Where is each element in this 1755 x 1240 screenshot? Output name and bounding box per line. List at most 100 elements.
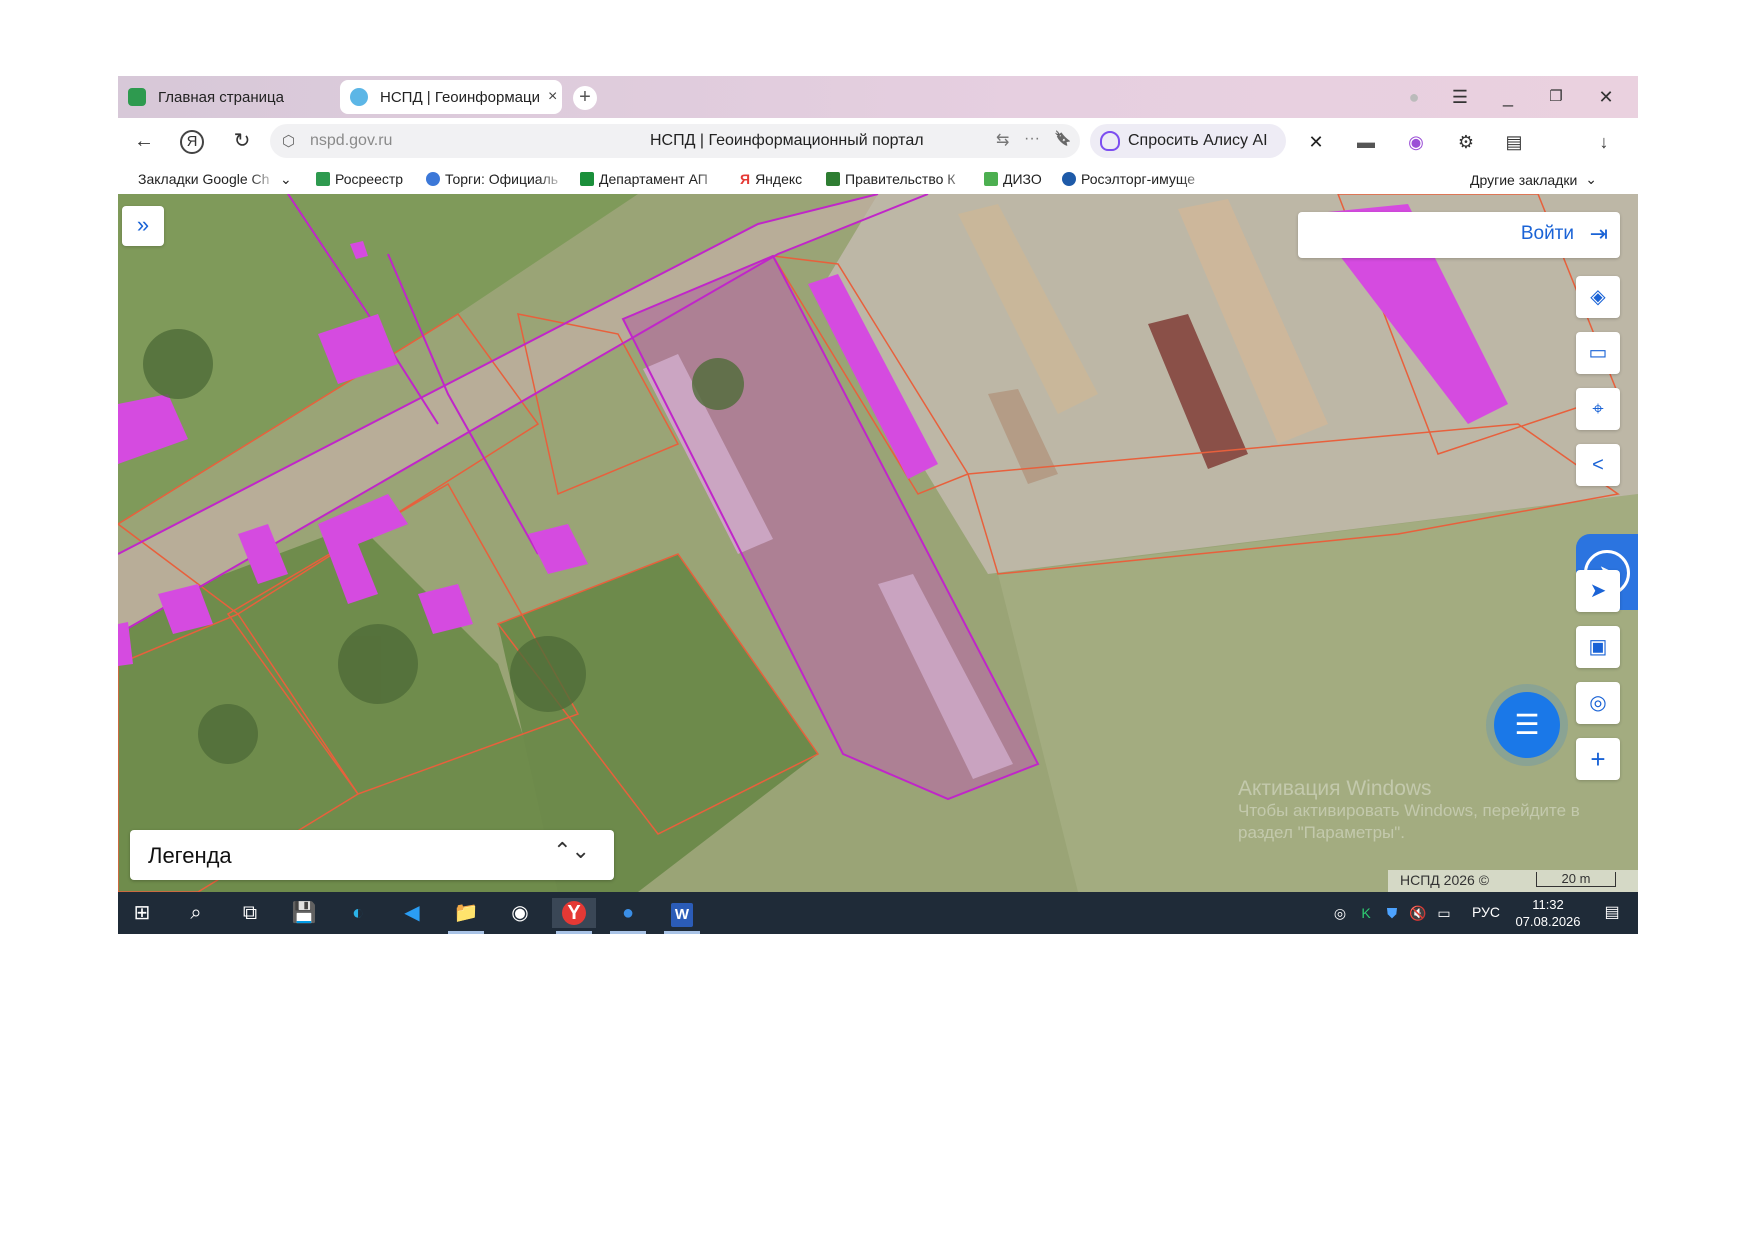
bookmark-icon[interactable]: 🔖: [1054, 130, 1071, 147]
more-icon[interactable]: ···: [1024, 130, 1040, 148]
nspd-favicon-icon: [350, 88, 368, 106]
volume-button[interactable]: 🔇: [1408, 903, 1428, 923]
extension-icon[interactable]: ✕: [1304, 130, 1328, 154]
extensions-icon[interactable]: ⚙: [1454, 130, 1478, 154]
input-language[interactable]: РУС: [1472, 904, 1500, 920]
rosreestr-favicon-icon: [128, 88, 146, 106]
login-icon: ⇥: [1589, 221, 1608, 246]
reload-icon[interactable]: ↻: [228, 128, 256, 154]
tab-nspd[interactable]: НСПД | Геоинформаци ×: [340, 80, 562, 114]
translate-icon[interactable]: ⇆: [996, 130, 1009, 150]
taskbar-app-3[interactable]: ◀: [390, 898, 434, 928]
chat-button[interactable]: ☰: [1494, 692, 1560, 758]
close-tab-icon[interactable]: ×: [548, 88, 557, 106]
explorer-icon: 📁: [453, 902, 479, 924]
save-icon: 💾: [291, 902, 317, 924]
bookmark-folder-google[interactable]: Закладки Google Ch: [138, 171, 278, 187]
ask-alice-label: Спросить Алису AI: [1128, 132, 1268, 149]
app-icon: ◀: [404, 902, 420, 924]
collections-icon[interactable]: ▤: [1502, 130, 1526, 154]
tray-app-button[interactable]: ◎: [1330, 903, 1350, 923]
extension-mask-icon[interactable]: ▬: [1354, 130, 1378, 154]
bookmark-label: Торги: Официаль: [445, 171, 559, 187]
bookmark-rosreestr[interactable]: Росреестр: [316, 171, 403, 187]
task-view-button[interactable]: ⧉: [228, 898, 272, 928]
tab-home[interactable]: Главная страница: [118, 80, 330, 114]
close-window-icon[interactable]: ✕: [1592, 84, 1620, 110]
select-area-button[interactable]: ⌖: [1576, 388, 1620, 430]
kaspersky-button[interactable]: K: [1356, 903, 1376, 923]
notifications-button[interactable]: ▤: [1600, 902, 1624, 924]
login-button[interactable]: Войти ⇥: [1298, 212, 1620, 258]
bookmark-label: Правительство К: [845, 171, 956, 187]
taskbar-app-edge[interactable]: ◐: [336, 898, 380, 928]
bookmark-department[interactable]: Департамент АП: [580, 171, 724, 187]
taskbar-app-4[interactable]: ◉: [498, 898, 542, 928]
measure-button[interactable]: ▭: [1576, 332, 1620, 374]
clock-date: 07.08.2026: [1515, 914, 1581, 929]
layers-icon: ◈: [1590, 286, 1606, 308]
kaspersky-icon: K: [1361, 905, 1371, 921]
taskbar-app-explorer[interactable]: 📁: [444, 898, 488, 934]
app2-icon: ◉: [511, 902, 529, 924]
bookmark-label: Департамент АП: [599, 171, 708, 187]
select-area-icon: ⌖: [1592, 398, 1604, 420]
navigate-button[interactable]: ➤: [1576, 570, 1620, 612]
alice-icon: [1100, 131, 1120, 151]
bookmark-government[interactable]: Правительство К: [826, 171, 972, 187]
tab-strip: Главная страница НСПД | Геоинформаци × +…: [118, 76, 1638, 118]
url-text: nspd.gov.ru: [310, 132, 393, 149]
extension-record-icon[interactable]: ◉: [1404, 130, 1428, 154]
locate-button[interactable]: ◎: [1576, 682, 1620, 724]
rosreestr-icon: [316, 172, 330, 186]
search-icon: ⌕: [190, 902, 202, 924]
map-attribution: НСПД 2026 © 20 m: [1388, 870, 1638, 892]
legend-panel[interactable]: Легенда ⌃⌄: [130, 830, 614, 880]
bookmark-folder-chevron-icon[interactable]: ⌄: [280, 171, 292, 188]
address-bar[interactable]: ⬡ nspd.gov.ru НСПД | Геоинформационный п…: [270, 124, 1080, 158]
zoom-in-button[interactable]: +: [1576, 738, 1620, 780]
bookmark-roseltorg[interactable]: Росэлторг-имуще: [1062, 171, 1210, 187]
department-icon: [580, 172, 594, 186]
back-icon[interactable]: ←: [130, 128, 158, 154]
site-info-icon[interactable]: ⬡: [282, 132, 295, 150]
watermark-title: Активация Windows: [1238, 777, 1432, 800]
expand-panel-button[interactable]: »: [122, 206, 164, 246]
legend-label: Легенда: [148, 843, 232, 868]
bookmark-yandex[interactable]: Я Яндекс: [740, 171, 802, 187]
yandex-icon[interactable]: Я: [180, 130, 204, 154]
new-tab-button[interactable]: +: [573, 86, 597, 110]
download-icon[interactable]: ↓: [1592, 130, 1616, 154]
share-button[interactable]: <: [1576, 444, 1620, 486]
taskbar-app-5[interactable]: ●: [606, 898, 650, 934]
taskbar-app-yandex-browser[interactable]: Y: [552, 898, 596, 934]
minimap-button[interactable]: ▣: [1576, 626, 1620, 668]
start-button[interactable]: ⊞: [120, 898, 164, 928]
restore-icon[interactable]: ❐: [1542, 84, 1570, 110]
minimize-icon[interactable]: _: [1494, 84, 1522, 110]
picture-in-picture-icon: ▣: [1588, 636, 1608, 658]
bookmark-label: ДИЗО: [1003, 171, 1042, 187]
watermark-line1: Чтобы активировать Windows, перейдите в: [1238, 801, 1580, 820]
layers-button[interactable]: ◈: [1576, 276, 1620, 318]
other-bookmarks[interactable]: Другие закладки ⌄: [1470, 171, 1597, 188]
government-icon: [826, 172, 840, 186]
menu-icon[interactable]: ☰: [1446, 84, 1474, 110]
ask-alice-button[interactable]: Спросить Алису AI: [1090, 124, 1286, 158]
browser-window: Главная страница НСПД | Геоинформаци × +…: [118, 76, 1638, 934]
torgi-icon: [426, 172, 440, 186]
bookmark-dizo[interactable]: ДИЗО: [984, 171, 1042, 187]
map-view[interactable]: » Войти ⇥ ◈ ▭ ⌖ < ➤ ➤ ▣ ◎ + ☰ Активация …: [118, 194, 1638, 892]
search-button[interactable]: ⌕: [174, 898, 218, 928]
clock[interactable]: 11:32 07.08.2026: [1504, 896, 1592, 930]
profile-icon[interactable]: ●: [1400, 84, 1428, 110]
tray-app-icon: ◎: [1333, 905, 1347, 921]
yandex-browser-icon: Y: [562, 901, 586, 925]
security-button[interactable]: ⛊: [1382, 903, 1402, 923]
bookmark-torgi[interactable]: Торги: Официаль: [426, 171, 566, 187]
app3-icon: ●: [621, 902, 635, 924]
taskbar-app-word[interactable]: W: [660, 898, 704, 934]
taskbar-app-save[interactable]: 💾: [282, 898, 326, 928]
bookmarks-bar: Закладки Google Ch ⌄ Росреестр Торги: Оф…: [118, 164, 1638, 194]
network-button[interactable]: ▭: [1434, 903, 1454, 923]
